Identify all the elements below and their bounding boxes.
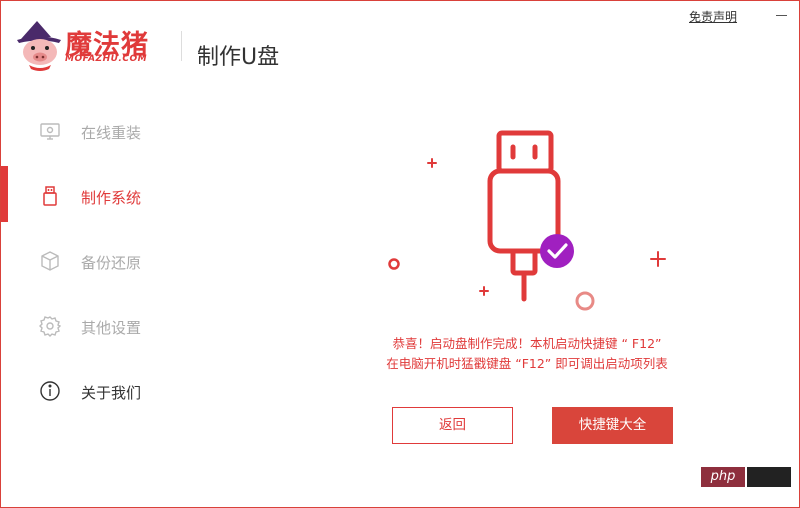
usb-success-illustration [381,121,701,321]
success-message-line-1: 恭喜！启动盘制作完成！本机启动快捷键 “ F12” [392,336,662,351]
watermark: php [701,467,791,487]
decor-circle-icon [388,258,400,270]
watermark-label: php [701,467,745,487]
app-window: 魔法猪 MOFAZHU.COM 制作U盘 免责声明 在线重装 制作系统 备份还原… [0,0,800,508]
back-button[interactable]: 返回 [392,407,513,444]
disclaimer-link[interactable]: 免责声明 [689,8,737,25]
title-divider [181,31,182,61]
sidebar-item-online-reinstall[interactable]: 在线重装 [1,110,201,150]
usb-drive-icon [487,130,561,302]
sidebar-item-label: 关于我们 [81,384,142,402]
hotkeys-list-button[interactable]: 快捷键大全 [552,407,673,444]
sidebar-item-label: 制作系统 [81,189,142,207]
sparkle-icon [427,158,666,296]
minimize-button[interactable] [773,5,793,25]
check-badge-icon [540,234,574,268]
pig-mascot-icon [17,21,61,71]
page-title: 制作U盘 [197,45,280,70]
gear-icon [39,315,62,337]
sidebar-item-backup-restore[interactable]: 备份还原 [1,240,201,280]
sidebar-item-label: 在线重装 [81,124,142,142]
sidebar-item-about-us[interactable]: 关于我们 [1,370,201,410]
sidebar-item-make-system[interactable]: 制作系统 [1,175,201,215]
brand-domain: MOFAZHU.COM [65,54,148,64]
monitor-icon [39,120,61,142]
sidebar-item-other-settings[interactable]: 其他设置 [1,305,201,345]
sidebar-item-label: 其他设置 [81,319,142,337]
decor-circle-icon [575,291,595,311]
watermark-block [747,467,791,487]
cube-icon [39,250,61,272]
sidebar-item-label: 备份还原 [81,254,142,272]
usb-icon [39,185,61,207]
success-message-line-2: 在电脑开机时猛戳键盘 “F12” 即可调出启动项列表 [386,356,668,371]
info-icon [39,380,61,402]
